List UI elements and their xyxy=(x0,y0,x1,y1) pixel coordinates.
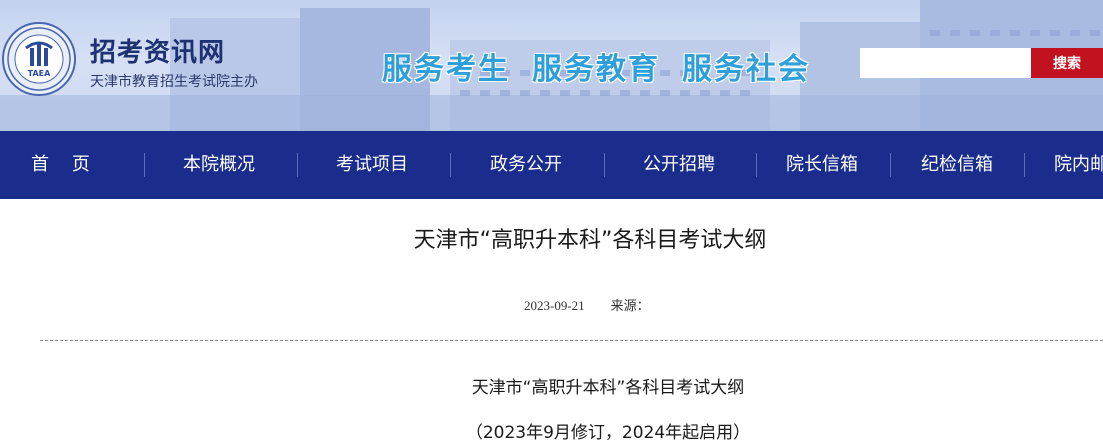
banner-ground xyxy=(0,95,1103,131)
nav-item-recruitment[interactable]: 公开招聘 xyxy=(643,131,715,199)
nav-item-director-mailbox[interactable]: 院长信箱 xyxy=(786,131,858,199)
nav-divider xyxy=(450,153,451,177)
nav-item-public-affairs[interactable]: 政务公开 xyxy=(490,131,562,199)
slogan-1: 服务考生 xyxy=(382,52,510,87)
header-banner: TAEA 招考资讯网 天津市教育招生考试院主办 服务考生 服务教育 服务社会 搜索 xyxy=(0,0,1103,131)
search-button[interactable]: 搜索 xyxy=(1031,48,1103,78)
article-title: 天津市“高职升本科”各科目考试大纲 xyxy=(413,228,767,253)
site-logo[interactable]: TAEA xyxy=(2,22,76,96)
banner-windows xyxy=(930,30,1100,36)
search-input[interactable] xyxy=(860,48,1031,78)
banner-windows xyxy=(460,90,760,96)
nav-item-internal-mail[interactable]: 院内邮箱 xyxy=(1054,131,1103,199)
nav-divider xyxy=(604,153,605,177)
nav-divider xyxy=(297,153,298,177)
article-date: 2023-09-21 xyxy=(524,298,585,313)
nav-item-discipline-mailbox[interactable]: 纪检信箱 xyxy=(921,131,993,199)
article-source-label: 来源： xyxy=(610,299,650,314)
article-body-title: 天津市“高职升本科”各科目考试大纲 xyxy=(471,378,745,398)
nav-divider xyxy=(756,153,757,177)
nav-item-home[interactable]: 首 页 xyxy=(31,131,90,199)
nav-divider xyxy=(1024,153,1025,177)
site-subtitle: 天津市教育招生考试院主办 xyxy=(90,74,258,90)
nav-divider xyxy=(890,153,891,177)
slogan: 服务考生 服务教育 服务社会 xyxy=(382,44,832,88)
article-meta: 2023-09-21 来源： xyxy=(524,295,650,314)
slogan-3: 服务社会 xyxy=(682,52,810,87)
article-body-subtitle: （2023年9月修订，2024年起启用） xyxy=(465,423,751,440)
nav-divider xyxy=(144,153,145,177)
main-nav: 首 页 本院概况 考试项目 政务公开 公开招聘 院长信箱 纪检信箱 院内邮箱 xyxy=(0,131,1103,199)
logo-emblem-icon: TAEA xyxy=(7,27,71,91)
nav-item-about[interactable]: 本院概况 xyxy=(183,131,255,199)
article-divider xyxy=(40,340,1103,341)
logo-text: TAEA xyxy=(28,69,51,78)
slogan-2: 服务教育 xyxy=(532,52,660,87)
site-name[interactable]: 招考资讯网 xyxy=(90,32,225,69)
nav-item-exams[interactable]: 考试项目 xyxy=(336,131,408,199)
